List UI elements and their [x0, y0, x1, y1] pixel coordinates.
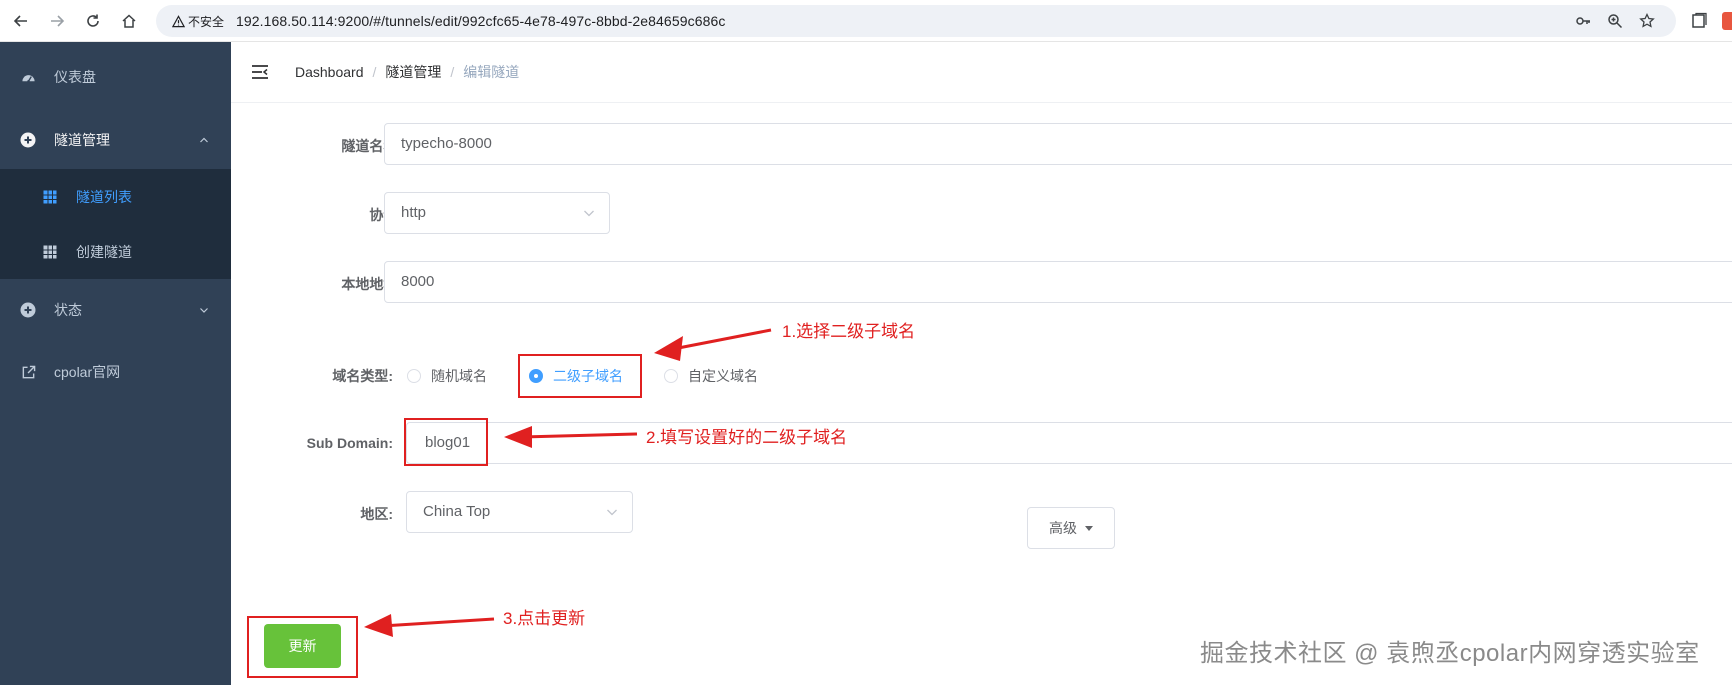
annotation-box-update-button: [247, 616, 358, 678]
sidebar-item-label: 状态: [54, 302, 82, 318]
star-icon[interactable]: [1639, 13, 1655, 29]
browser-toolbar: 不安全 192.168.50.114:9200/#/tunnels/edit/9…: [0, 0, 1732, 42]
back-button[interactable]: [8, 8, 34, 34]
annotation-step1: 1.选择二级子域名: [782, 322, 916, 341]
tunnels-submenu: 隧道列表 创建隧道: [0, 169, 231, 279]
sidebar-item-status[interactable]: 状态: [0, 282, 231, 338]
radio-label: 自定义域名: [688, 368, 758, 384]
navbar: Dashboard / 隧道管理 / 编辑隧道: [231, 42, 1732, 103]
region-label: 地区:: [360, 506, 393, 522]
protocol-select[interactable]: http: [384, 192, 610, 234]
tab-search-icon[interactable]: [1690, 12, 1708, 30]
security-indicator[interactable]: 不安全: [166, 11, 230, 31]
radio-circle: [664, 369, 678, 383]
subdomain-label: Sub Domain:: [306, 435, 393, 451]
protocol-label: 协议:: [262, 205, 402, 225]
security-label: 不安全: [188, 14, 225, 29]
annotation-step2: 2.填写设置好的二级子域名: [646, 428, 848, 447]
chevron-down-icon: [584, 210, 594, 217]
protocol-value: http: [401, 204, 427, 221]
sidebar-item-cpolar-site[interactable]: cpolar官网: [0, 344, 231, 400]
breadcrumb-separator: /: [372, 64, 377, 80]
home-button[interactable]: [116, 8, 142, 34]
grid-icon: [43, 245, 57, 258]
dashboard-icon: [20, 69, 36, 85]
breadcrumb-current: 编辑隧道: [463, 64, 520, 80]
reload-icon: [87, 14, 99, 27]
warning-icon: [172, 14, 185, 27]
url-text[interactable]: 192.168.50.114:9200/#/tunnels/edit/992cf…: [236, 5, 725, 37]
subdomain-input[interactable]: blog01: [406, 422, 1732, 464]
radio-custom-domain[interactable]: 自定义域名: [664, 366, 758, 386]
sidebar-item-label: 隧道列表: [76, 188, 132, 205]
domain-type-label: 域名类型:: [332, 368, 393, 384]
radio-random-domain[interactable]: 随机域名: [407, 366, 487, 386]
home-icon: [122, 14, 136, 28]
sidebar-item-dashboard[interactable]: 仪表盘: [0, 49, 231, 105]
sidebar-item-tunnel-list[interactable]: 隧道列表: [0, 169, 231, 224]
reload-button[interactable]: [80, 8, 106, 34]
chevron-down-icon: [200, 308, 208, 313]
breadcrumb: Dashboard / 隧道管理 / 编辑隧道: [295, 42, 519, 103]
breadcrumb-tunnels[interactable]: 隧道管理: [385, 64, 441, 80]
advanced-label: 高级: [1049, 520, 1077, 536]
watermark: 掘金技术社区 @ 袁煦丞cpolar内网穿透实验室: [1200, 640, 1700, 667]
key-icon[interactable]: [1575, 13, 1591, 29]
hamburger-icon[interactable]: [251, 64, 269, 80]
breadcrumb-separator: /: [450, 64, 455, 80]
arrow-right-icon: [51, 15, 65, 27]
local-address-label: 本地地址:: [341, 276, 402, 292]
chevron-down-icon: [607, 509, 617, 516]
advanced-button[interactable]: 高级: [1027, 507, 1115, 549]
address-bar[interactable]: 不安全 192.168.50.114:9200/#/tunnels/edit/9…: [156, 5, 1676, 37]
local-address-value: 8000: [401, 273, 435, 290]
region-value: China Top: [423, 503, 491, 520]
tunnel-name-label: 隧道名称:: [341, 138, 402, 154]
chevron-up-icon: [200, 137, 208, 143]
annotation-step3: 3.点击更新: [503, 609, 586, 628]
tunnel-name-input[interactable]: typecho-8000: [384, 123, 1732, 165]
sidebar-item-label: 创建隧道: [76, 243, 132, 260]
external-link-icon: [20, 364, 36, 380]
local-address-input[interactable]: 8000: [384, 261, 1732, 303]
radio-label: 随机域名: [431, 368, 487, 384]
caret-down-icon: [1085, 525, 1093, 531]
forward-button[interactable]: [44, 8, 70, 34]
region-select[interactable]: China Top: [406, 491, 633, 533]
zoom-icon[interactable]: [1607, 13, 1623, 29]
sidebar-item-create-tunnel[interactable]: 创建隧道: [0, 224, 231, 279]
tunnel-name-value: typecho-8000: [401, 135, 492, 152]
sidebar-item-tunnels[interactable]: 隧道管理: [0, 112, 231, 168]
sidebar: 仪表盘 隧道管理 隧道列表 创建隧道 状态 cpolar官网: [0, 42, 231, 685]
plus-circle-icon: [20, 132, 36, 148]
annotation-box-subdomain-input: [404, 418, 488, 466]
sidebar-item-label: 仪表盘: [54, 69, 96, 85]
sidebar-item-label: 隧道管理: [54, 132, 110, 148]
sidebar-item-label: cpolar官网: [54, 364, 121, 380]
annotation-box-subdomain-radio: [518, 354, 642, 398]
table-icon: [43, 190, 57, 203]
status-icon: [20, 302, 36, 318]
breadcrumb-dashboard[interactable]: Dashboard: [295, 64, 364, 80]
radio-circle: [407, 369, 421, 383]
arrow-left-icon: [13, 15, 27, 27]
main-content: Dashboard / 隧道管理 / 编辑隧道 隧道名称: typecho-8000 协…: [231, 42, 1732, 685]
extension-icon[interactable]: [1722, 12, 1732, 30]
